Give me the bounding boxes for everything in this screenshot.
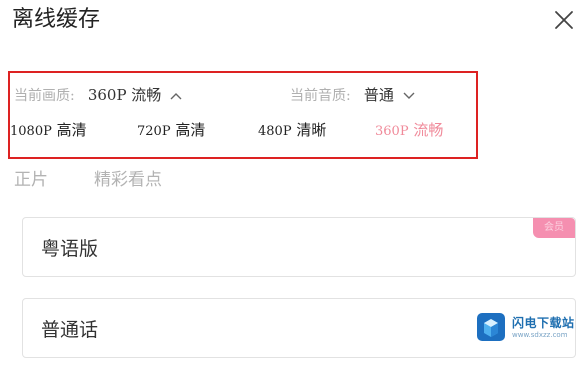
quality-option-res: 360P bbox=[375, 124, 409, 139]
quality-option-name: 高清 bbox=[56, 121, 87, 139]
vip-badge: 会员 bbox=[533, 218, 575, 238]
quality-option-480p[interactable]: 480P 清晰 bbox=[258, 119, 326, 140]
watermark-logo-icon bbox=[477, 313, 505, 341]
chevron-down-icon bbox=[403, 92, 415, 99]
tab-main-feature[interactable]: 正片 bbox=[14, 165, 48, 190]
quality-option-1080p[interactable]: 1080P 高清 bbox=[10, 119, 87, 140]
video-quality-label: 当前画质: bbox=[14, 88, 75, 104]
quality-option-360p[interactable]: 360P 流畅 bbox=[375, 119, 443, 140]
audio-quality-value: 普通 bbox=[363, 86, 394, 104]
version-cantonese[interactable]: 粤语版 会员 bbox=[22, 217, 576, 277]
quality-option-name: 高清 bbox=[175, 121, 206, 139]
close-icon bbox=[555, 11, 573, 29]
video-quality-value: 360P 流畅 bbox=[87, 86, 162, 104]
quality-option-name: 流畅 bbox=[413, 121, 444, 139]
quality-option-res: 480P bbox=[258, 124, 292, 139]
quality-option-name: 清晰 bbox=[296, 121, 327, 139]
quality-option-res: 1080P bbox=[10, 124, 52, 139]
page-title: 离线缓存 bbox=[12, 7, 101, 32]
video-quality-selector[interactable]: 当前画质: 360P 流畅 bbox=[14, 84, 182, 105]
quality-option-res: 720P bbox=[137, 124, 171, 139]
quality-option-720p[interactable]: 720P 高清 bbox=[137, 119, 205, 140]
audio-quality-selector[interactable]: 当前音质: 普通 bbox=[290, 84, 415, 105]
version-label: 普通话 bbox=[41, 319, 99, 341]
chevron-up-icon bbox=[170, 92, 182, 99]
watermark-name: 闪电下载站 bbox=[512, 316, 575, 330]
version-label: 粤语版 bbox=[41, 238, 99, 260]
audio-quality-label: 当前音质: bbox=[290, 88, 351, 104]
watermark-url: www.sdxzz.com bbox=[512, 331, 568, 339]
close-button[interactable] bbox=[552, 8, 576, 32]
tab-highlights[interactable]: 精彩看点 bbox=[94, 165, 162, 190]
